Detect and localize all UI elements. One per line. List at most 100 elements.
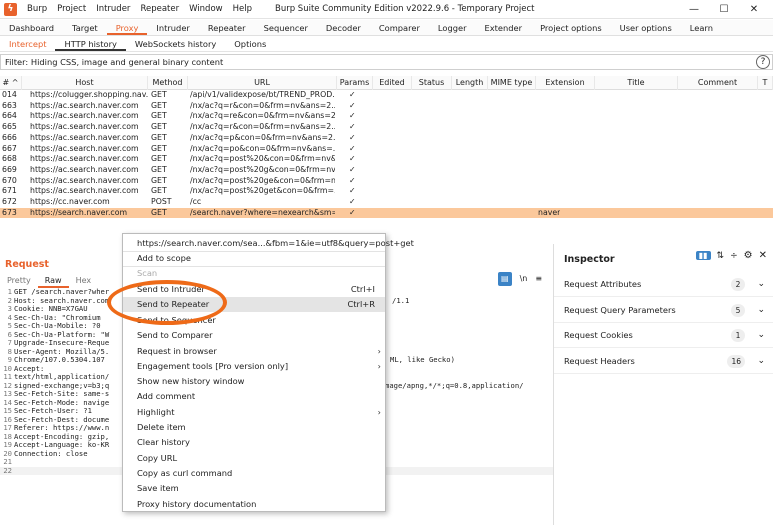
column-header[interactable]: Length bbox=[452, 76, 488, 90]
tab-learn[interactable]: Learn bbox=[681, 20, 722, 35]
column-header[interactable]: Status bbox=[412, 76, 452, 90]
settings-gear-icon[interactable]: ⚙ bbox=[744, 250, 753, 261]
context-item-https-search-naver-com-sea-fbm[interactable]: https://search.naver.com/sea...&fbm=1&ie… bbox=[123, 236, 414, 251]
chevron-right-icon: › bbox=[377, 407, 381, 417]
table-row[interactable]: 663 https://ac.search.naver.com GET/nx/ac?… bbox=[0, 101, 773, 112]
proxy-tab-websockets-history[interactable]: WebSockets history bbox=[126, 37, 225, 51]
context-item-request-in-browser[interactable]: Request in browser › bbox=[123, 344, 385, 359]
inspector-section[interactable]: Request Attributes 2 ⌄ bbox=[554, 272, 773, 297]
table-row[interactable]: 671 https://ac.search.naver.com GET/nx/ac?… bbox=[0, 186, 773, 197]
close-icon[interactable]: ✕ bbox=[739, 0, 769, 19]
table-row[interactable]: 670 https://ac.search.naver.com GET/nx/ac?… bbox=[0, 176, 773, 187]
table-row[interactable]: 668 https://ac.search.naver.com GET/nx/ac?… bbox=[0, 154, 773, 165]
context-item-copy-as-curl-command[interactable]: Copy as curl command bbox=[123, 466, 385, 481]
column-header[interactable]: URL bbox=[188, 76, 337, 90]
column-header[interactable]: Params bbox=[337, 76, 373, 90]
tab-proxy[interactable]: Proxy bbox=[106, 20, 148, 35]
column-header[interactable]: Comment bbox=[678, 76, 758, 90]
tab-extender[interactable]: Extender bbox=[476, 20, 532, 35]
table-row[interactable]: 667 https://ac.search.naver.com GET/nx/ac?… bbox=[0, 144, 773, 155]
column-header[interactable]: T bbox=[758, 76, 773, 90]
tab-comparer[interactable]: Comparer bbox=[370, 20, 429, 35]
history-table: # ^ Host Method URL Params Edited Status Length… bbox=[0, 76, 773, 236]
context-item-save-item[interactable]: Save item bbox=[123, 481, 385, 496]
cell-num: 664 bbox=[2, 111, 17, 121]
column-header[interactable]: Host bbox=[22, 76, 148, 90]
table-row[interactable]: 665 https://ac.search.naver.com GET/nx/ac?… bbox=[0, 122, 773, 133]
context-item-label: Highlight bbox=[137, 407, 175, 417]
table-row[interactable]: 666 https://ac.search.naver.com GET/nx/ac?… bbox=[0, 133, 773, 144]
tab-target[interactable]: Target bbox=[63, 20, 107, 35]
context-item-delete-item[interactable]: Delete item bbox=[123, 420, 385, 435]
cell-num: 663 bbox=[2, 100, 17, 110]
column-header[interactable]: MIME type bbox=[488, 76, 536, 90]
chevron-down-icon[interactable]: ⌄ bbox=[757, 349, 765, 374]
table-row[interactable]: 672 https://cc.naver.com POST/cc ✓ bbox=[0, 197, 773, 208]
menu-bar: Burp Project Intruder Repeater Window Help bbox=[22, 0, 257, 19]
table-row[interactable]: 669 https://ac.search.naver.com GET/nx/ac?… bbox=[0, 165, 773, 176]
inspector-section[interactable]: Request Query Parameters 5 ⌄ bbox=[554, 298, 773, 323]
cell-num: 666 bbox=[2, 132, 17, 142]
context-item-engagement-tools-pro-version-o[interactable]: Engagement tools [Pro version only] › bbox=[123, 359, 385, 374]
cell-num: 669 bbox=[2, 164, 17, 174]
tab-logger[interactable]: Logger bbox=[429, 20, 476, 35]
context-item-show-new-history-window[interactable]: Show new history window bbox=[123, 374, 385, 389]
inspector-section[interactable]: Request Headers 16 ⌄ bbox=[554, 349, 773, 374]
context-item-clear-history[interactable]: Clear history bbox=[123, 435, 385, 450]
inspector-section[interactable]: Request Cookies 1 ⌄ bbox=[554, 323, 773, 348]
chevron-down-icon[interactable]: ⌄ bbox=[757, 298, 765, 323]
menu-repeater[interactable]: Repeater bbox=[135, 0, 184, 19]
tab-intruder[interactable]: Intruder bbox=[147, 20, 198, 35]
chevron-right-icon: › bbox=[377, 361, 381, 371]
chevron-down-icon[interactable]: ⌄ bbox=[757, 323, 765, 348]
chevron-down-icon[interactable]: ⌄ bbox=[757, 272, 765, 297]
help-icon[interactable]: ? bbox=[756, 55, 770, 69]
filter-bar[interactable]: Filter: Hiding CSS, image and general bi… bbox=[0, 54, 773, 70]
inspector-title: Inspector bbox=[564, 254, 615, 265]
menu-intruder[interactable]: Intruder bbox=[91, 0, 135, 19]
column-header[interactable]: Method bbox=[148, 76, 188, 90]
menu-burp[interactable]: Burp bbox=[22, 0, 52, 19]
tab-repeater[interactable]: Repeater bbox=[199, 20, 255, 35]
table-row[interactable]: 664 https://ac.search.naver.com GET/nx/ac?… bbox=[0, 111, 773, 122]
context-item-highlight[interactable]: Highlight › bbox=[123, 405, 385, 420]
menu-window[interactable]: Window bbox=[184, 0, 228, 19]
request-tab-pretty[interactable]: Pretty bbox=[0, 274, 38, 288]
menu-help[interactable]: Help bbox=[228, 0, 257, 19]
column-header[interactable]: Extension bbox=[536, 76, 595, 90]
context-item-copy-url[interactable]: Copy URL bbox=[123, 451, 385, 466]
column-header[interactable]: Title bbox=[595, 76, 678, 90]
cell-num: 673 bbox=[2, 207, 17, 217]
proxy-tab-intercept[interactable]: Intercept bbox=[0, 37, 55, 51]
table-row[interactable]: 673 https://search.naver.com GET/search.na… bbox=[0, 207, 773, 219]
maximize-icon[interactable]: ☐ bbox=[709, 0, 739, 19]
newline-toggle[interactable]: \n bbox=[520, 272, 528, 286]
format-icon[interactable]: ▤ bbox=[498, 272, 512, 286]
cell-params: ✓ bbox=[349, 100, 356, 110]
minimize-icon[interactable]: — bbox=[679, 0, 709, 19]
tab-sequencer[interactable]: Sequencer bbox=[255, 20, 317, 35]
request-tab-raw[interactable]: Raw bbox=[37, 274, 69, 288]
tab-decoder[interactable]: Decoder bbox=[317, 20, 370, 35]
split-icon[interactable]: ÷ bbox=[730, 251, 738, 261]
menu-icon[interactable]: ≡ bbox=[535, 272, 542, 286]
proxy-tab-options[interactable]: Options bbox=[225, 37, 275, 51]
context-item-add-comment[interactable]: Add comment bbox=[123, 389, 385, 404]
tab-dashboard[interactable]: Dashboard bbox=[0, 20, 63, 35]
tab-project-options[interactable]: Project options bbox=[531, 20, 611, 35]
align-icon[interactable]: ⇅ bbox=[717, 251, 725, 261]
column-header[interactable]: # ^ bbox=[0, 76, 22, 90]
context-item-send-to-comparer[interactable]: Send to Comparer bbox=[123, 328, 385, 343]
tab-user-options[interactable]: User options bbox=[611, 20, 681, 35]
context-item-add-to-scope[interactable]: Add to scope bbox=[123, 251, 385, 266]
shortcut-label: Ctrl+I bbox=[350, 284, 375, 294]
menu-project[interactable]: Project bbox=[52, 0, 91, 19]
context-item-proxy-history-documentation[interactable]: Proxy history documentation bbox=[123, 497, 385, 512]
layout-toggle-icon[interactable]: ▮▮ bbox=[695, 251, 711, 260]
request-tab-hex[interactable]: Hex bbox=[69, 274, 99, 288]
column-header[interactable]: Edited bbox=[373, 76, 412, 90]
inspector-close-icon[interactable]: ✕ bbox=[759, 250, 767, 261]
table-row[interactable]: 014 https://colugger.shopping.nav... GET/a… bbox=[0, 90, 773, 101]
proxy-tab-http-history[interactable]: HTTP history bbox=[55, 37, 126, 51]
cell-method: GET bbox=[151, 111, 167, 121]
